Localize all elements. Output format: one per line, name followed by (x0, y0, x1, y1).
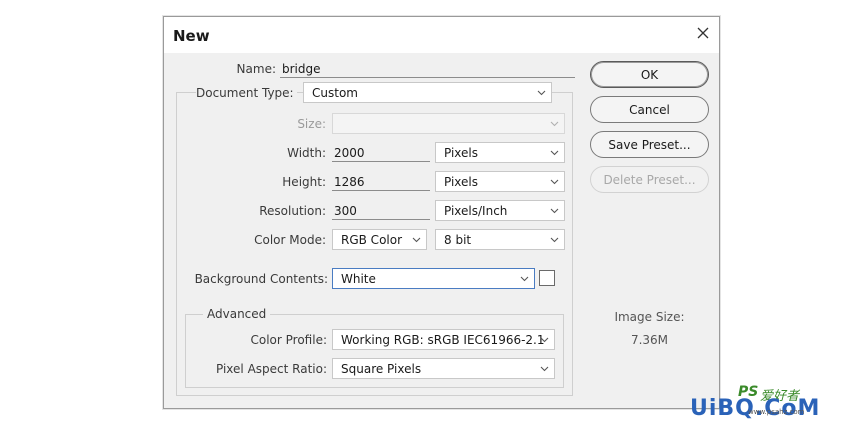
ok-button[interactable]: OK (590, 61, 709, 88)
close-icon[interactable] (695, 25, 711, 41)
pixel-aspect-ratio-value: Square Pixels (341, 362, 422, 376)
background-color-swatch[interactable] (539, 270, 555, 286)
color-mode-label: Color Mode: (254, 233, 326, 247)
dialog-title: New (173, 27, 210, 45)
width-unit-select[interactable]: Pixels (435, 142, 565, 163)
chevron-down-icon (412, 237, 421, 243)
chevron-down-icon (537, 90, 546, 96)
width-input[interactable] (332, 142, 430, 162)
color-profile-value: Working RGB: sRGB IEC61966-2.1 (341, 333, 545, 347)
dialog-titlebar: New (164, 17, 719, 53)
height-unit-value: Pixels (444, 175, 479, 189)
document-type-select[interactable]: Custom (303, 82, 552, 103)
save-preset-button[interactable]: Save Preset... (590, 131, 709, 158)
image-size-value: 7.36M (630, 333, 669, 347)
resolution-label: Resolution: (259, 204, 326, 218)
height-label: Height: (282, 175, 326, 189)
name-input[interactable] (280, 58, 575, 78)
color-profile-label: Color Profile: (250, 333, 328, 347)
document-type-label: Document Type: (196, 86, 297, 100)
chevron-down-icon (550, 121, 559, 127)
width-label: Width: (287, 146, 326, 160)
chevron-down-icon (540, 337, 549, 343)
name-label: Name: (236, 62, 276, 76)
pixel-aspect-ratio-label: Pixel Aspect Ratio: (216, 362, 327, 376)
size-label: Size: (297, 117, 326, 131)
advanced-title: Advanced (203, 307, 271, 321)
chevron-down-icon (550, 208, 559, 214)
pixel-aspect-ratio-select[interactable]: Square Pixels (332, 358, 555, 379)
chevron-down-icon (550, 150, 559, 156)
background-contents-value: White (341, 272, 376, 286)
image-size-label: Image Size: (614, 310, 685, 324)
chevron-down-icon (550, 237, 559, 243)
watermark-url: www.psahz.com (748, 408, 805, 416)
size-select (332, 113, 565, 134)
delete-preset-button: Delete Preset... (590, 166, 709, 193)
chevron-down-icon (540, 366, 549, 372)
height-unit-select[interactable]: Pixels (435, 171, 565, 192)
watermark: PS 爱好者 UiBQ.CoM www.psahz.com (690, 384, 848, 422)
height-input[interactable] (332, 171, 430, 191)
bit-depth-value: 8 bit (444, 233, 472, 247)
document-type-value: Custom (312, 86, 358, 100)
chevron-down-icon (520, 276, 529, 282)
cancel-button[interactable]: Cancel (590, 96, 709, 123)
chevron-down-icon (550, 179, 559, 185)
resolution-unit-select[interactable]: Pixels/Inch (435, 200, 565, 221)
width-unit-value: Pixels (444, 146, 479, 160)
resolution-input[interactable] (332, 200, 430, 220)
bit-depth-select[interactable]: 8 bit (435, 229, 565, 250)
color-profile-select[interactable]: Working RGB: sRGB IEC61966-2.1 (332, 329, 555, 350)
color-mode-value: RGB Color (341, 233, 403, 247)
color-mode-select[interactable]: RGB Color (332, 229, 427, 250)
resolution-unit-value: Pixels/Inch (444, 204, 508, 218)
background-contents-label: Background Contents: (194, 272, 328, 286)
background-contents-select[interactable]: White (332, 268, 535, 289)
